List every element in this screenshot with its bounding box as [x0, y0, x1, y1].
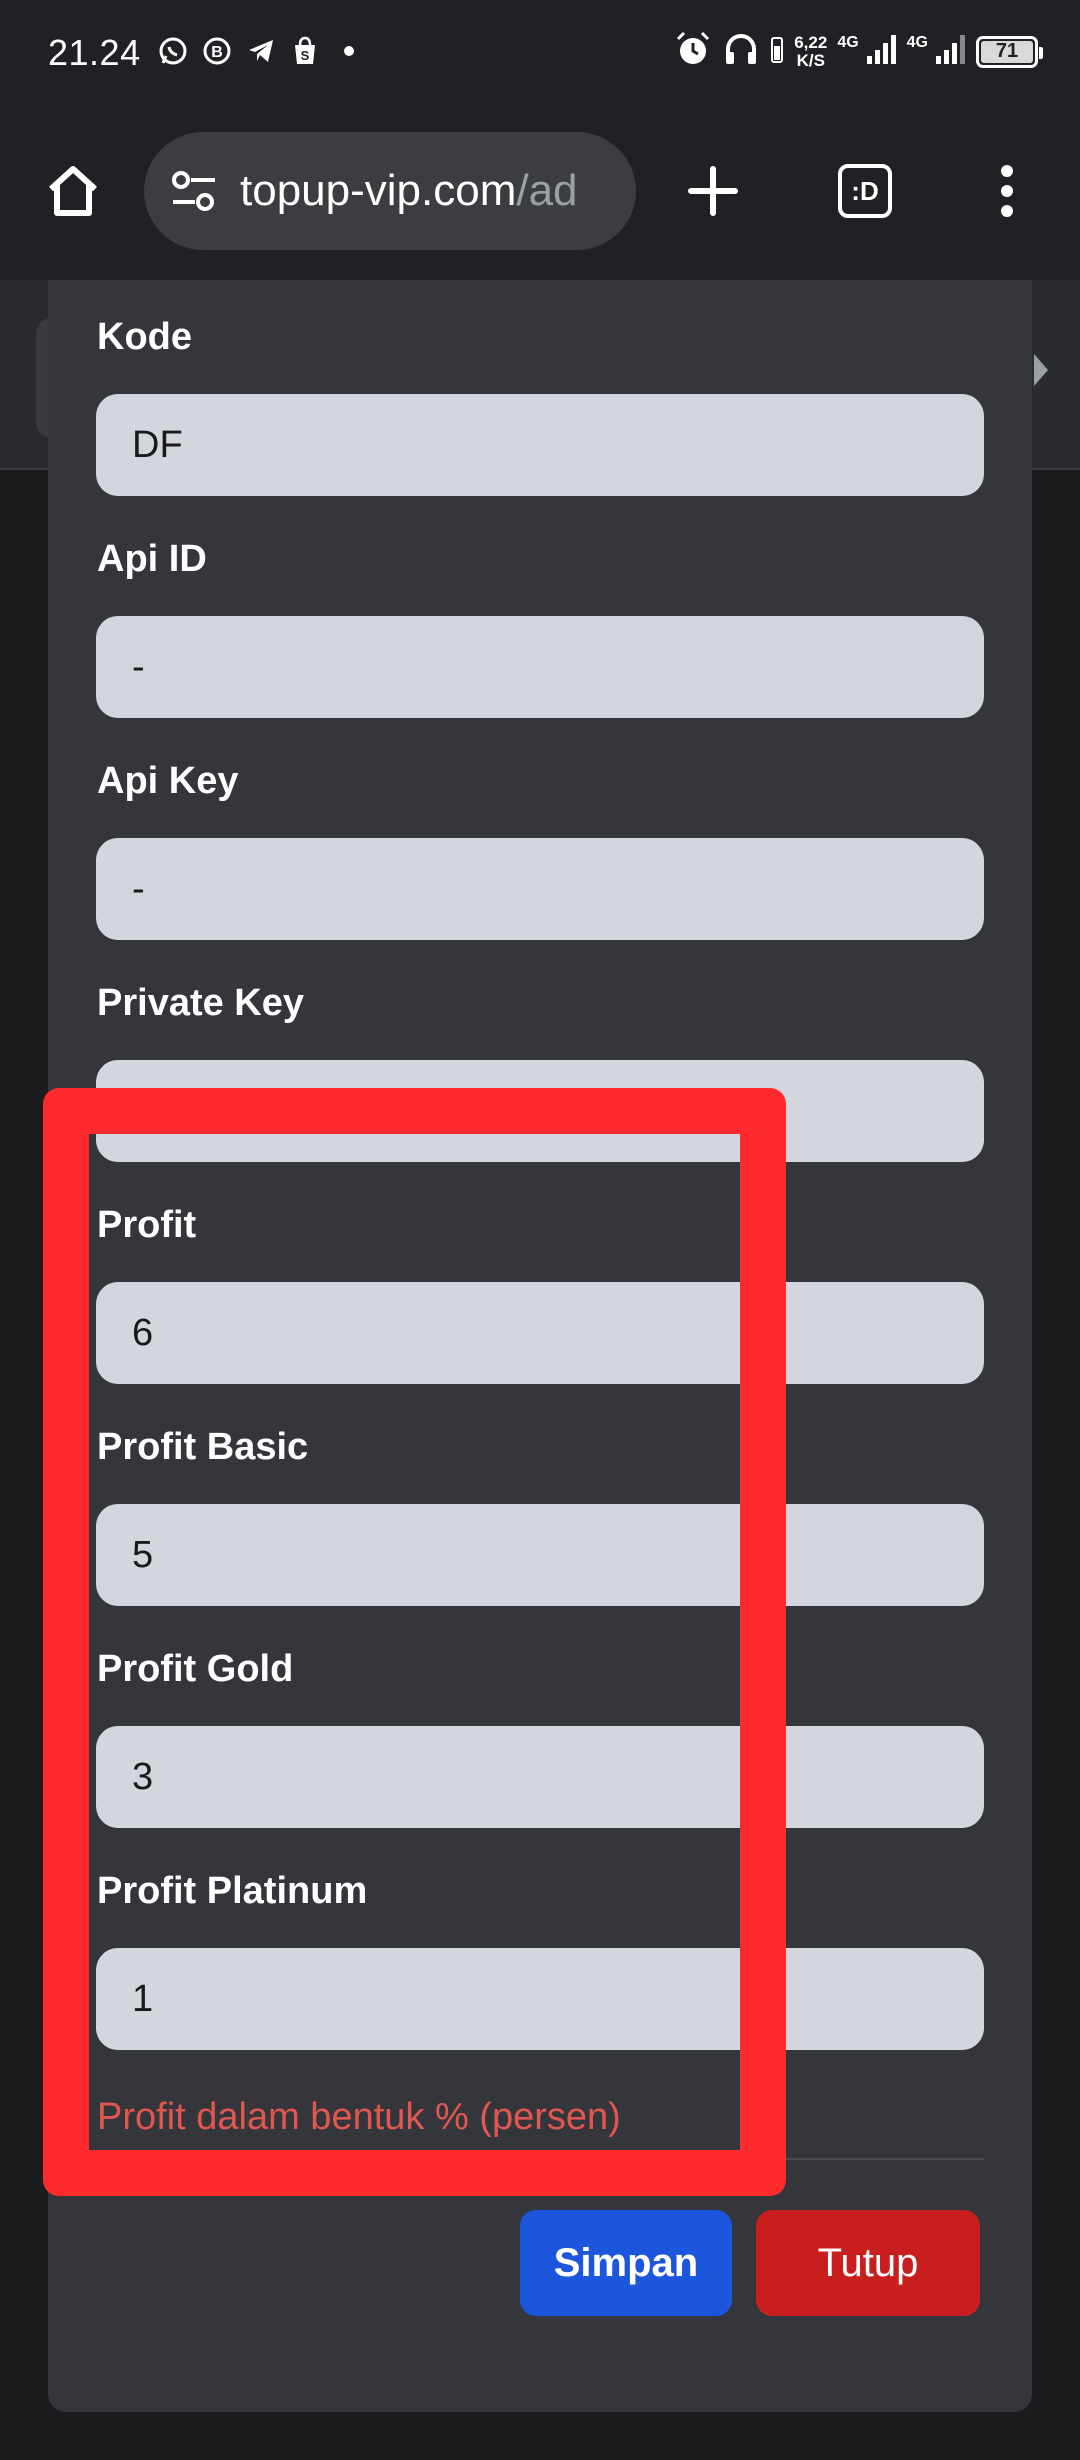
shopee-icon: S: [290, 36, 320, 66]
home-icon: [48, 166, 98, 216]
private-key-input[interactable]: [96, 1060, 984, 1162]
whatsapp-business-icon: B: [202, 36, 232, 66]
api-key-label: Api Key: [97, 760, 239, 802]
kode-input[interactable]: [96, 394, 984, 496]
profit-platinum-input[interactable]: [96, 1948, 984, 2050]
new-tab-button[interactable]: [680, 158, 746, 224]
network-speed-value: 6,22: [794, 32, 828, 52]
private-key-label: Private Key: [97, 982, 305, 1024]
whatsapp-icon: [158, 36, 188, 66]
profit-gold-label: Profit Gold: [97, 1648, 294, 1690]
headphones-icon: [722, 30, 760, 73]
modal-footer-divider: [96, 2158, 984, 2160]
url-path: /ad: [516, 166, 578, 215]
home-button[interactable]: [38, 156, 108, 226]
status-time: 21.24: [48, 32, 141, 73]
tab-switcher-button[interactable]: :D: [832, 158, 898, 224]
api-id-input[interactable]: [96, 616, 984, 718]
profit-basic-input[interactable]: [96, 1504, 984, 1606]
svg-text:B: B: [211, 44, 223, 61]
profit-help-text: Profit dalam bentuk % (persen): [97, 2096, 621, 2138]
battery-level: 71: [981, 40, 1033, 63]
profit-label: Profit: [97, 1204, 197, 1246]
tab-switcher-label: :D: [838, 164, 892, 218]
profit-input[interactable]: [96, 1282, 984, 1384]
api-id-label: Api ID: [97, 538, 207, 580]
network-speed: 6,22 K/S: [794, 32, 828, 70]
small-battery-icon: [770, 34, 784, 69]
signal1-type: 4G: [837, 34, 859, 51]
signal2-type: 4G: [906, 34, 928, 51]
telegram-icon: [246, 36, 276, 66]
kode-label: Kode: [97, 316, 192, 358]
network-speed-unit: K/S: [796, 50, 825, 70]
signal2-bars-icon: [934, 32, 966, 71]
save-button[interactable]: Simpan: [520, 2210, 732, 2316]
url-text: topup-vip.com/ad: [240, 166, 578, 216]
close-button[interactable]: Tutup: [756, 2210, 980, 2316]
notification-icons: B S: [158, 36, 364, 66]
svg-text:S: S: [301, 48, 310, 63]
address-bar[interactable]: topup-vip.com/ad: [144, 132, 636, 250]
edit-provider-modal: Kode Api ID Api Key Private Key Profit P…: [48, 280, 1032, 2412]
alarm-icon: [674, 30, 712, 73]
plus-icon: [688, 166, 738, 216]
browser-menu-button[interactable]: [982, 156, 1032, 226]
more-notifications-dot-icon: [334, 36, 364, 66]
profit-gold-input[interactable]: [96, 1726, 984, 1828]
more-vert-icon: [1001, 165, 1013, 217]
profit-basic-label: Profit Basic: [97, 1426, 309, 1468]
site-settings-icon[interactable]: [168, 165, 220, 217]
status-indicators: 6,22 K/S 4G 4G 71: [674, 30, 1043, 73]
status-bar: 21.24 B S 6,22 K/S 4G 4G 71: [0, 0, 1080, 110]
battery-indicator: 71: [976, 35, 1043, 68]
url-host: topup-vip.com: [240, 166, 517, 215]
chevron-right-icon: [1034, 354, 1048, 386]
profit-platinum-label: Profit Platinum: [97, 1870, 368, 1912]
api-key-input[interactable]: [96, 838, 984, 940]
browser-toolbar: topup-vip.com/ad :D: [0, 110, 1080, 280]
signal1-bars-icon: [865, 32, 897, 71]
